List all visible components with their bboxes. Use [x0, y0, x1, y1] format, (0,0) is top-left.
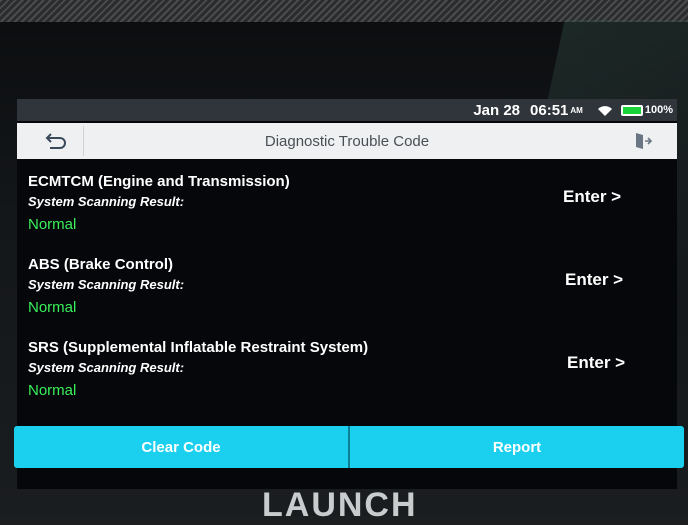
system-status: Normal [28, 299, 77, 316]
exit-button[interactable] [615, 126, 669, 156]
back-arrow-icon [45, 133, 66, 149]
system-status: Normal [28, 382, 77, 399]
system-name: SRS (Supplemental Inflatable Restraint S… [28, 339, 369, 356]
system-row: SRS (Supplemental Inflatable Restraint S… [17, 339, 677, 419]
enter-button[interactable]: Enter > [567, 353, 625, 373]
status-date: Jan 28 [473, 101, 521, 119]
battery-icon [620, 104, 643, 116]
bottom-action-bar: Clear Code Report [14, 426, 684, 468]
page-title: Diagnostic Trouble Code [264, 132, 430, 150]
battery-percent: 100% [644, 104, 673, 116]
device-brand-logo: LAUNCH [262, 486, 418, 524]
back-button[interactable] [29, 126, 84, 156]
system-result-label: System Scanning Result: [28, 277, 185, 292]
status-time-group: 06:51 AM [530, 102, 587, 119]
enter-button[interactable]: Enter > [565, 270, 623, 290]
status-bar: Jan 28 06:51 AM 100% [17, 99, 677, 121]
exit-door-icon [636, 133, 653, 149]
system-result-label: System Scanning Result: [28, 360, 185, 375]
enter-button[interactable]: Enter > [563, 187, 621, 207]
system-name: ABS (Brake Control) [28, 256, 174, 273]
system-result-label: System Scanning Result: [28, 194, 185, 209]
system-name: ECMTCM (Engine and Transmission) [28, 173, 290, 190]
wifi-icon [597, 104, 613, 116]
report-button[interactable]: Report [350, 426, 684, 468]
status-ampm: AM [570, 105, 583, 115]
clear-code-button[interactable]: Clear Code [14, 426, 350, 468]
system-row: ABS (Brake Control) System Scanning Resu… [17, 256, 677, 336]
title-bar: Diagnostic Trouble Code [17, 123, 677, 159]
status-time: 06:51 [530, 101, 569, 119]
system-status: Normal [28, 216, 77, 233]
system-row: ECMTCM (Engine and Transmission) System … [17, 173, 677, 253]
